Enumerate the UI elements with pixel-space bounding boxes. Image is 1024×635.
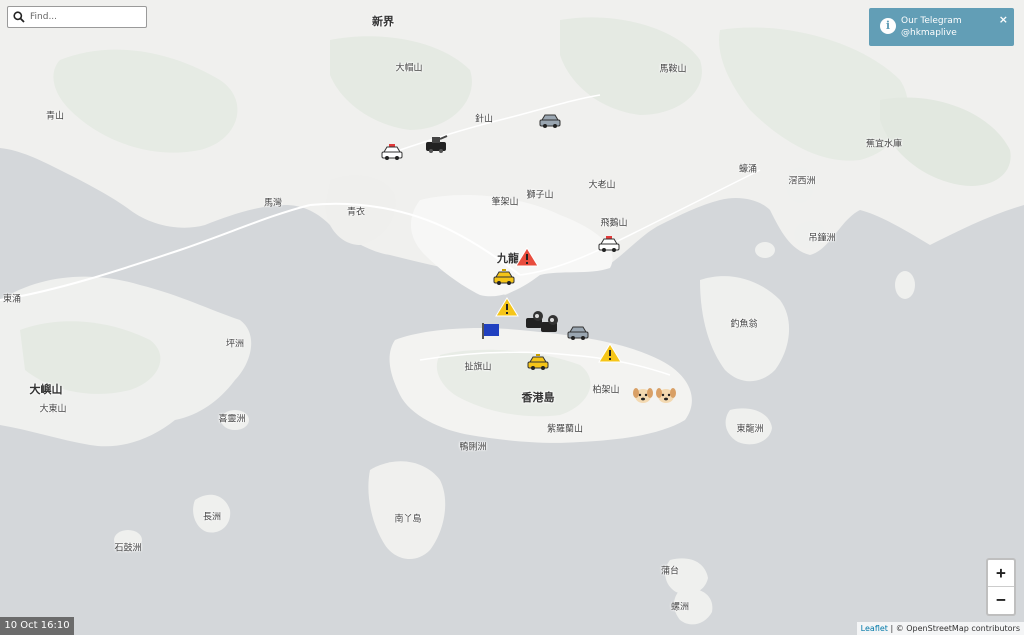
place-label-new-territories: 新界 [372, 15, 394, 28]
place-label-tai-lo-shan: 大老山 [588, 180, 616, 191]
place-label-kowloon-peak: 飛鵝山 [600, 218, 628, 229]
place-label-hk-island: 香港島 [521, 391, 555, 404]
place-label-sai-kung: 蠔涌 [738, 164, 758, 175]
place-label-tung-lung-chau: 東龍洲 [736, 424, 764, 435]
dog-icon[interactable] [654, 385, 678, 405]
police-car-icon[interactable] [597, 234, 621, 254]
timestamp-badge: 10 Oct 16:10 [0, 617, 74, 635]
search-icon [13, 11, 25, 23]
warning-icon[interactable] [495, 297, 519, 317]
place-label-cheung-chau: 長洲 [202, 512, 222, 523]
place-label-tsing-yi: 青衣 [346, 207, 366, 218]
attribution: Leaflet | © OpenStreetMap contributors [856, 622, 1024, 635]
place-label-lo-chau: 螺洲 [670, 602, 690, 613]
place-label-ching-shan: 青山 [45, 111, 65, 122]
place-label-needle-hill: 針山 [474, 114, 494, 125]
zoom-control: + − [986, 558, 1016, 616]
telegram-title: Our Telegram [901, 16, 962, 26]
police-van-icon[interactable] [566, 322, 590, 342]
place-label-tung-chung: 東涌 [2, 294, 22, 305]
blue-flag-icon[interactable] [479, 321, 503, 341]
place-label-soko: 石鼓洲 [114, 543, 142, 554]
place-label-ma-on-shan: 馬鞍山 [659, 64, 687, 75]
place-label-lantau-peak: 大嶼山 [29, 383, 63, 396]
place-label-wong-yi-chau: 吊鐘洲 [808, 233, 836, 244]
place-label-violet-hill: 紫羅蘭山 [546, 424, 584, 435]
zoom-in-button[interactable]: + [988, 560, 1014, 587]
place-label-lamma: 南丫島 [394, 514, 422, 525]
place-label-ping-chau: 坪洲 [225, 339, 245, 350]
warning-icon[interactable] [515, 247, 539, 267]
telegram-handle[interactable]: @hkmaplive [901, 28, 957, 38]
place-label-ap-lei-chau: 鴨脷洲 [459, 442, 487, 453]
taxi-icon[interactable] [526, 352, 550, 372]
place-label-hebe-haven: 蕉宜水庫 [865, 139, 903, 150]
leaflet-link[interactable]: Leaflet [861, 624, 888, 633]
map-canvas[interactable] [0, 0, 1024, 635]
place-label-lion-rock: 獅子山 [526, 190, 554, 201]
place-label-beacon-hill: 筆架山 [491, 197, 519, 208]
attribution-separator: | © [887, 624, 907, 633]
warning-icon[interactable] [598, 343, 622, 363]
place-label-ma-wan: 馬灣 [263, 198, 283, 209]
tear-gas-icon[interactable] [538, 314, 562, 334]
zoom-out-button[interactable]: − [988, 587, 1014, 613]
dog-icon[interactable] [631, 385, 655, 405]
police-car-icon[interactable] [380, 142, 404, 162]
place-label-mount-cameron: 扯旗山 [464, 362, 492, 373]
search-box[interactable] [7, 6, 147, 28]
water-cannon-icon[interactable] [424, 134, 448, 154]
police-van-icon[interactable] [538, 110, 562, 130]
info-icon: i [880, 18, 896, 34]
telegram-notice[interactable]: i Our Telegram @hkmaplive × [869, 8, 1014, 46]
close-icon[interactable]: × [999, 13, 1008, 26]
place-label-tung-lung: 釣魚翁 [730, 319, 758, 330]
taxi-icon[interactable] [492, 267, 516, 287]
place-label-sharp-island: 滘西洲 [788, 176, 816, 187]
place-label-tai-tung-shan: 大東山 [39, 404, 67, 415]
place-label-mount-parker: 柏架山 [592, 385, 620, 396]
place-label-waglan: 蒲台 [660, 566, 680, 577]
place-label-tai-mo-shan: 大帽山 [395, 63, 423, 74]
place-label-peng-chau: 喜靈洲 [218, 414, 246, 425]
osm-link[interactable]: OpenStreetMap contributors [906, 624, 1020, 633]
search-input[interactable] [30, 9, 140, 25]
